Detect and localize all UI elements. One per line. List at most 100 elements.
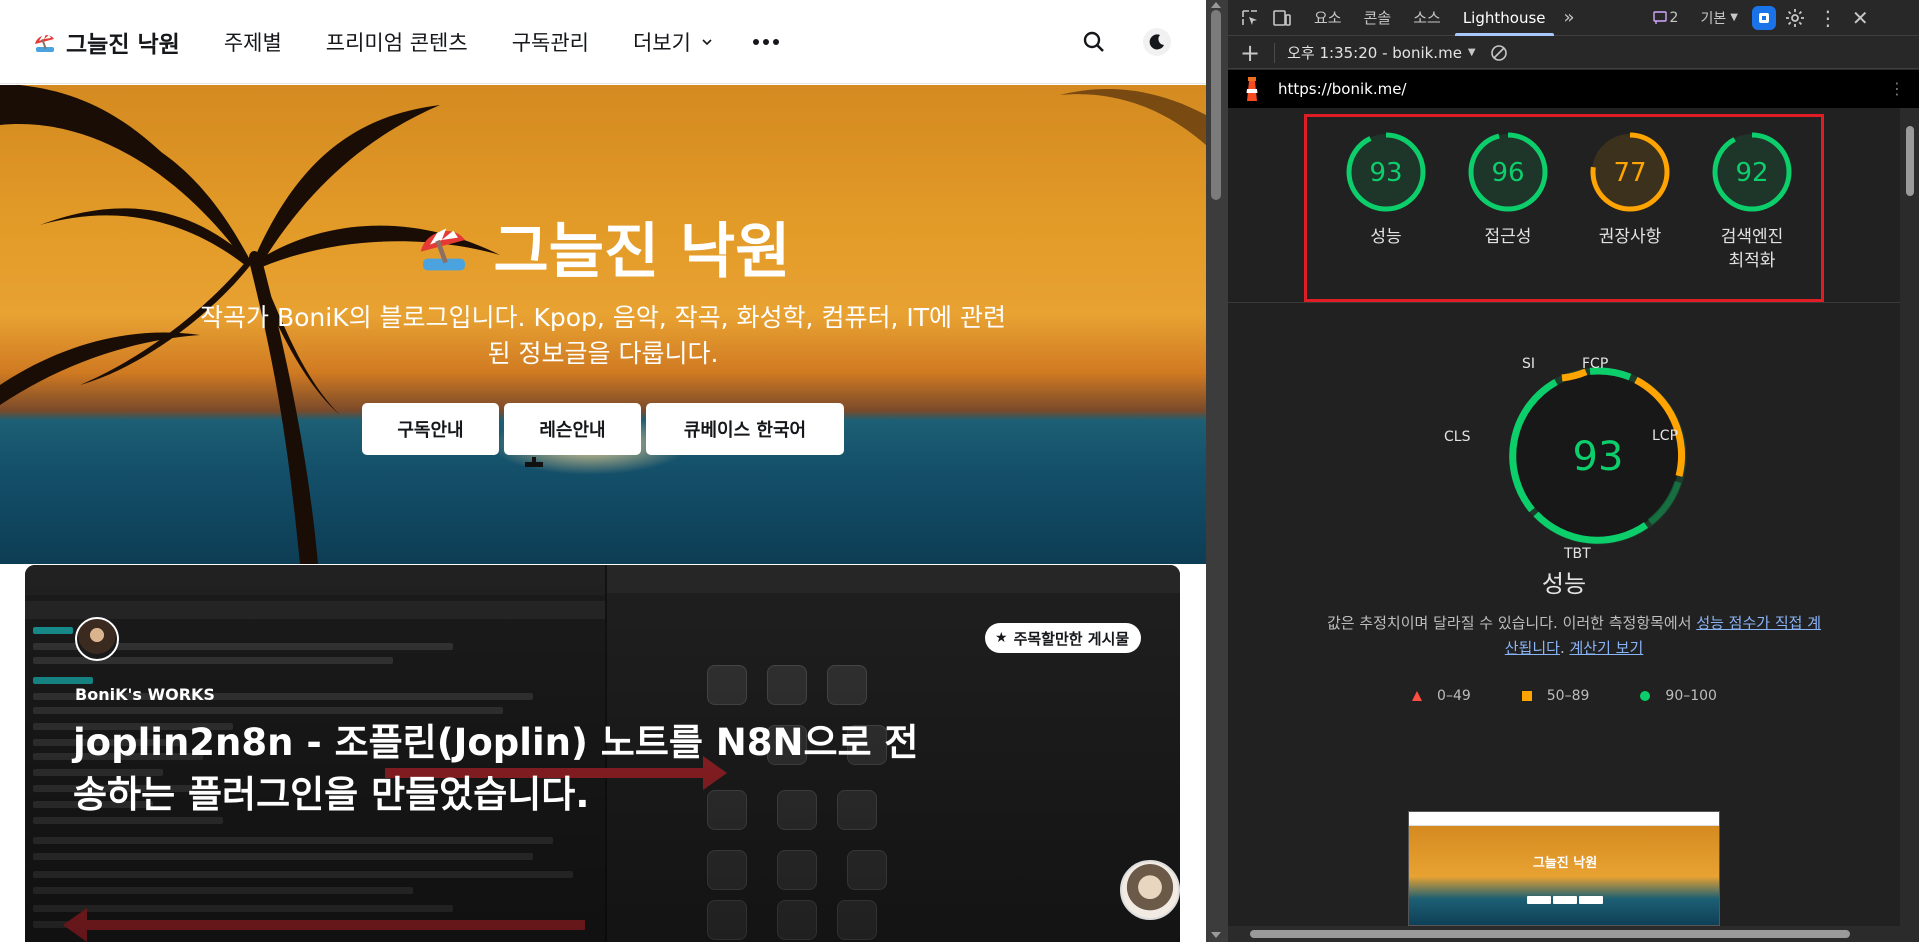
report-horizontal-scrollbar[interactable] bbox=[1228, 926, 1919, 942]
tab-console[interactable]: 콘솔 bbox=[1364, 0, 1392, 36]
blog-page: 그늘진 낙원 주제별 프리미엄 콘텐츠 구독관리 더보기 그늘진 낙원 작곡가 … bbox=[0, 0, 1206, 942]
calculator-link[interactable]: 계산기 보기 bbox=[1569, 639, 1643, 657]
nav-premium[interactable]: 프리미엄 콘텐츠 bbox=[326, 27, 468, 57]
extension-icon[interactable] bbox=[1751, 5, 1776, 30]
star-icon: ★ bbox=[995, 630, 1008, 646]
legend-fail: 0–49 bbox=[1411, 688, 1471, 704]
tab-lighthouse[interactable]: Lighthouse bbox=[1454, 0, 1554, 36]
gauge-seo[interactable]: 92 검색엔진 최적화 bbox=[1707, 129, 1797, 273]
square-icon bbox=[1521, 691, 1532, 701]
tab-elements[interactable]: 요소 bbox=[1314, 0, 1342, 36]
svg-text:77: 77 bbox=[1613, 158, 1646, 188]
performance-note: 값은 추정치이며 달라질 수 있습니다. 이러한 측정항목에서 성능 점수가 직… bbox=[1326, 614, 1822, 657]
report-scrollbar-thumb[interactable] bbox=[1906, 126, 1914, 196]
nav-subscription[interactable]: 구독관리 bbox=[512, 27, 589, 57]
svg-text:92: 92 bbox=[1735, 158, 1768, 188]
featured-badge-label: 주목할만한 게시물 bbox=[1013, 629, 1130, 648]
cubase-korean-button[interactable]: 큐베이스 한국어 bbox=[646, 403, 844, 455]
page-scrollbar-thumb[interactable] bbox=[1211, 10, 1221, 200]
report-selector[interactable]: 오후 1:35:20 - bonik.me bbox=[1287, 42, 1462, 63]
issues-count: 2 bbox=[1669, 9, 1679, 26]
performance-metrics-gauge: 93 bbox=[1509, 367, 1687, 545]
featured-title[interactable]: joplin2n8n - 조플린(Joplin) 노트를 N8N으로 전송하는 … bbox=[73, 717, 933, 821]
beach-umbrella-icon bbox=[420, 227, 465, 270]
hero-description: 작곡가 BoniK의 블로그입니다. Kpop, 음악, 작곡, 화성학, 컴퓨… bbox=[200, 303, 1006, 368]
gear-icon[interactable] bbox=[1784, 7, 1806, 29]
svg-text:96: 96 bbox=[1491, 158, 1524, 188]
performance-title: 성능 bbox=[1541, 570, 1587, 598]
metric-fcp[interactable]: FCP bbox=[1582, 356, 1608, 372]
devtools-panel: 요소 콘솔 소스 Lighthouse » 2 기본 ▼ ⋮ ✕ + 오후 1:… bbox=[1228, 0, 1919, 942]
gauge-label: 권장사항 bbox=[1598, 227, 1662, 247]
more-dots-icon[interactable] bbox=[752, 38, 779, 45]
search-icon[interactable] bbox=[1082, 30, 1106, 54]
report-url[interactable]: https://bonik.me/ bbox=[1278, 80, 1407, 98]
gauge-label: 성능 bbox=[1370, 227, 1402, 247]
dock-selector[interactable]: 기본 ▼ bbox=[1700, 8, 1737, 28]
hero-title: 그늘진 낙원 bbox=[0, 203, 1206, 290]
site-logo-text: 그늘진 낙원 bbox=[66, 31, 180, 58]
featured-badge: ★ 주목할만한 게시물 bbox=[985, 623, 1142, 653]
caret-down-icon: ▼ bbox=[1730, 12, 1738, 23]
report-url-bar: https://bonik.me/ ⋮ bbox=[1228, 70, 1919, 108]
metric-si[interactable]: SI bbox=[1522, 356, 1535, 372]
site-header: 그늘진 낙원 주제별 프리미엄 콘텐츠 구독관리 더보기 bbox=[0, 0, 1206, 84]
svg-text:93: 93 bbox=[1369, 158, 1402, 188]
new-report-icon[interactable]: + bbox=[1240, 41, 1260, 65]
devtools-toolbar: 요소 콘솔 소스 Lighthouse » 2 기본 ▼ ⋮ ✕ bbox=[1228, 0, 1919, 36]
gauge-accessibility[interactable]: 96 접근성 bbox=[1463, 129, 1553, 249]
gauge-best-practices[interactable]: 77 권장사항 bbox=[1585, 129, 1675, 249]
lighthouse-logo-icon bbox=[1246, 77, 1258, 101]
gauge-ring: 77 bbox=[1590, 132, 1670, 212]
subscribe-info-button[interactable]: 구독안내 bbox=[362, 403, 499, 455]
metric-tbt[interactable]: TBT bbox=[1564, 546, 1591, 562]
gauge-label: 접근성 bbox=[1484, 227, 1532, 247]
tab-sources[interactable]: 소스 bbox=[1413, 0, 1441, 36]
lighthouse-toolbar: + 오후 1:35:20 - bonik.me ▼ bbox=[1228, 37, 1919, 69]
legend-average: 50–89 bbox=[1521, 688, 1589, 704]
circle-icon bbox=[1640, 691, 1651, 701]
gauge-label: 검색엔진 최적화 bbox=[1720, 227, 1784, 271]
site-logo[interactable]: 그늘진 낙원 bbox=[33, 25, 180, 59]
nav-more[interactable]: 더보기 bbox=[633, 27, 713, 57]
score-gauges: 93 성능 96 접근성 77 권장사항 92 검색엔진 최적화 bbox=[1304, 114, 1824, 302]
author-avatar[interactable] bbox=[75, 617, 119, 661]
hero-title-text: 그늘진 낙원 bbox=[493, 217, 791, 287]
close-icon[interactable]: ✕ bbox=[1852, 6, 1869, 30]
hero-buttons: 구독안내 레슨안내 큐베이스 한국어 bbox=[0, 403, 1206, 455]
report-vertical-scrollbar[interactable] bbox=[1900, 108, 1919, 926]
issues-counter[interactable]: 2 bbox=[1652, 9, 1679, 26]
device-toolbar-icon[interactable] bbox=[1272, 8, 1292, 28]
chevron-down-icon bbox=[702, 38, 712, 45]
dark-mode-toggle[interactable] bbox=[1143, 28, 1171, 56]
thumbnail-title: 그늘진 낙원 bbox=[1532, 856, 1598, 871]
page-screenshot-thumbnail[interactable]: 그늘진 낙원 bbox=[1408, 811, 1720, 926]
svg-text:93: 93 bbox=[1573, 434, 1624, 480]
dock-label: 기본 bbox=[1700, 10, 1727, 27]
more-tabs-icon[interactable]: » bbox=[1564, 7, 1575, 28]
issue-flag-icon bbox=[1652, 10, 1667, 24]
gauge-ring: 93 bbox=[1346, 132, 1426, 212]
score-legend: 0–49 50–89 90–100 bbox=[1228, 688, 1900, 704]
metric-cls[interactable]: CLS bbox=[1444, 429, 1470, 445]
page-scrollbar[interactable] bbox=[1206, 0, 1228, 942]
featured-post-card[interactable]: ★ 주목할만한 게시물 BoniK's WORKS joplin2n8n - 조… bbox=[25, 565, 1180, 942]
nav-topics[interactable]: 주제별 bbox=[224, 27, 282, 57]
chat-avatar-button[interactable] bbox=[1120, 860, 1180, 920]
more-options-icon[interactable]: ⋮ bbox=[1889, 79, 1905, 98]
inspect-element-icon[interactable] bbox=[1240, 8, 1260, 28]
featured-author[interactable]: BoniK's WORKS bbox=[75, 685, 215, 704]
gauge-performance[interactable]: 93 성능 bbox=[1341, 129, 1431, 249]
lighthouse-report: 93 성능 96 접근성 77 권장사항 92 검색엔진 최적화 93 SI F… bbox=[1228, 108, 1900, 926]
report-hscrollbar-thumb[interactable] bbox=[1250, 930, 1850, 938]
more-options-icon[interactable]: ⋮ bbox=[1818, 6, 1838, 30]
caret-down-icon[interactable]: ▼ bbox=[1468, 47, 1476, 58]
moon-icon bbox=[1149, 34, 1164, 50]
legend-pass: 90–100 bbox=[1639, 688, 1717, 704]
lesson-info-button[interactable]: 레슨안내 bbox=[504, 403, 641, 455]
clear-reports-icon[interactable] bbox=[1490, 44, 1508, 62]
gauge-ring: 96 bbox=[1468, 132, 1548, 212]
nav-more-label: 더보기 bbox=[632, 30, 691, 55]
metric-lcp[interactable]: LCP bbox=[1652, 428, 1678, 444]
beach-umbrella-icon bbox=[35, 33, 54, 52]
